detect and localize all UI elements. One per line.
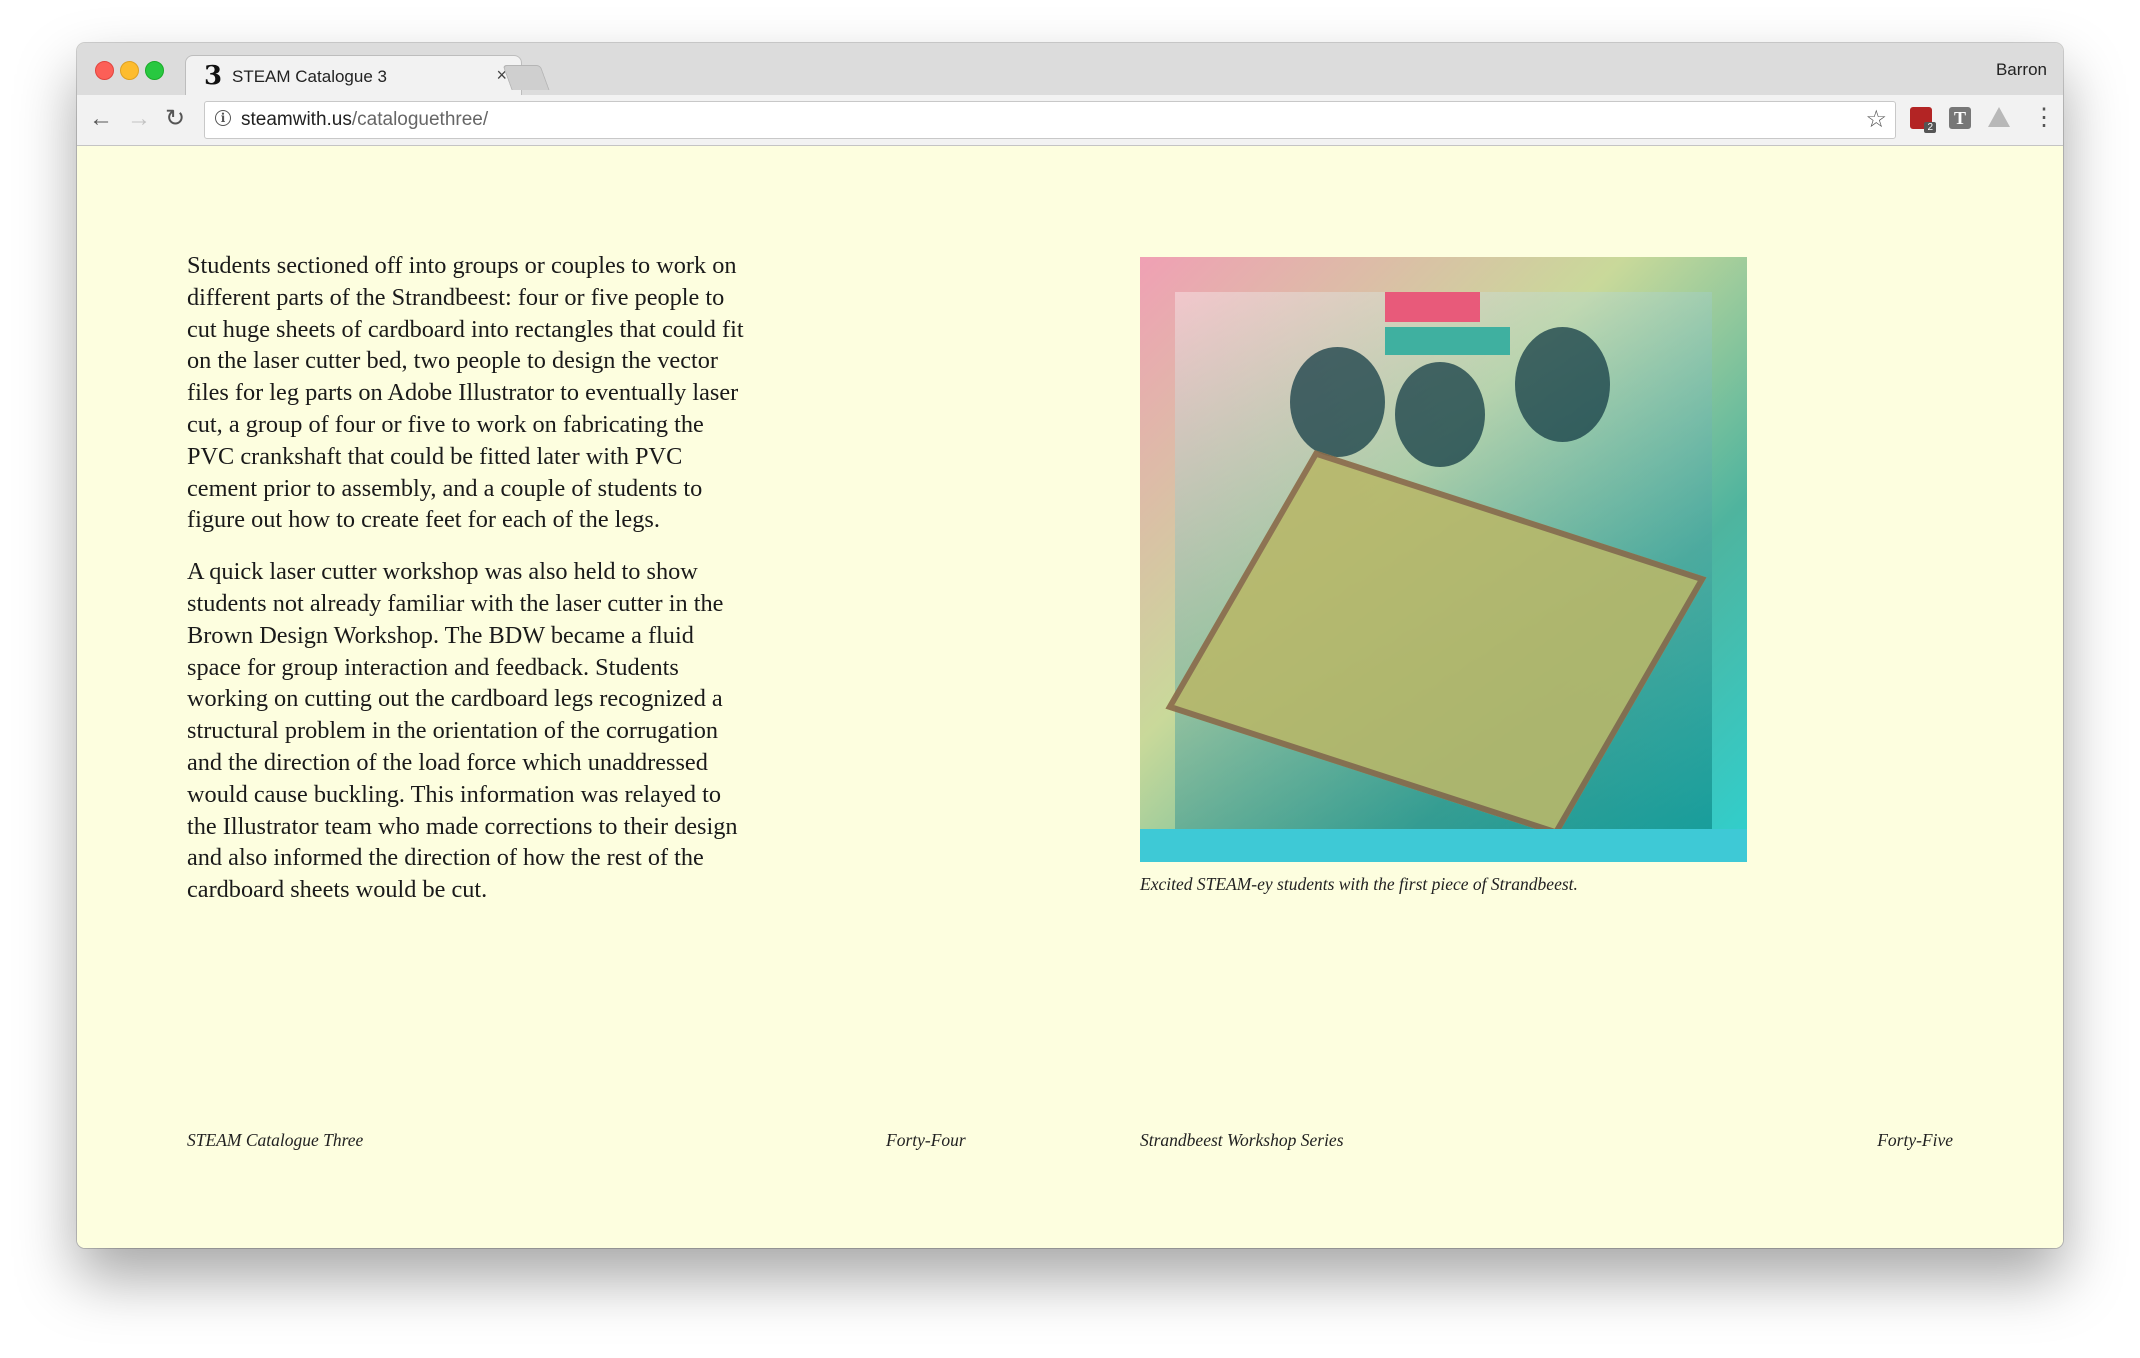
page-content: Students sectioned off into groups or co…: [77, 146, 2063, 1248]
favicon-icon: 3: [204, 61, 223, 91]
back-arrow-icon[interactable]: ←: [89, 104, 113, 134]
close-window-button[interactable]: [95, 61, 114, 80]
article-body: Students sectioned off into groups or co…: [187, 250, 747, 926]
photo-sign: [1385, 292, 1480, 322]
maximize-window-button[interactable]: [145, 61, 164, 80]
t-extension-icon[interactable]: T: [1949, 107, 1971, 129]
student-head: [1515, 327, 1610, 442]
browser-window: 3 STEAM Catalogue 3 × Barron ← → ↻ i ste…: [77, 43, 2063, 1248]
footer-right-title: Strandbeest Workshop Series: [1140, 1130, 1344, 1150]
url-path: /cataloguethree/: [351, 109, 489, 130]
tab-title: STEAM Catalogue 3: [232, 67, 387, 86]
drive-extension-icon[interactable]: [1988, 107, 2010, 127]
footer-left-page-number: Forty-Four: [886, 1130, 966, 1150]
footer-right-page-number: Forty-Five: [1877, 1130, 1953, 1150]
reload-icon[interactable]: ↻: [165, 104, 185, 134]
paragraph-2: A quick laser cutter workshop was also h…: [187, 558, 738, 904]
profile-name[interactable]: Barron: [1996, 60, 2047, 80]
title-bar: 3 STEAM Catalogue 3 × Barron: [77, 43, 2063, 96]
shield-extension-icon[interactable]: 2: [1910, 107, 1936, 133]
photo-caption: Excited STEAM-ey students with the first…: [1140, 874, 1578, 894]
photo-sign: [1385, 327, 1510, 355]
paragraph-1: Students sectioned off into groups or co…: [187, 252, 744, 534]
bookmark-star-icon[interactable]: ☆: [1865, 105, 1887, 134]
tab-steam-catalogue[interactable]: 3 STEAM Catalogue 3 ×: [185, 55, 522, 96]
student-head: [1395, 362, 1485, 467]
address-bar[interactable]: i steamwith.us/cataloguethree/ ☆: [204, 101, 1896, 139]
new-tab-button[interactable]: [502, 65, 550, 90]
footer-left-title: STEAM Catalogue Three: [187, 1130, 364, 1150]
url-host: steamwith.us: [241, 109, 352, 130]
extension-badge: 2: [1924, 122, 1936, 133]
browser-toolbar: ← → ↻ i steamwith.us/cataloguethree/ ☆ 2…: [77, 95, 2063, 146]
forward-arrow-icon[interactable]: →: [127, 104, 151, 134]
student-head: [1290, 347, 1385, 457]
minimize-window-button[interactable]: [120, 61, 139, 80]
site-info-icon[interactable]: i: [215, 110, 231, 126]
url-text[interactable]: steamwith.us/cataloguethree/: [241, 109, 488, 131]
photo-band: [1140, 829, 1747, 862]
students-photo: [1140, 257, 1747, 862]
menu-dots-icon[interactable]: ⋮: [2032, 103, 2056, 133]
